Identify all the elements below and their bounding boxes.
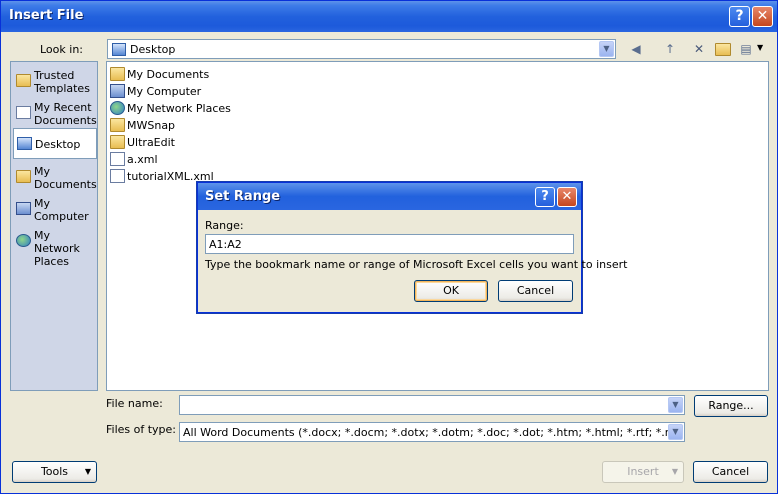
file-name-input[interactable]: ▼ xyxy=(179,395,685,415)
views-icon[interactable]: ▤ xyxy=(738,41,754,57)
range-input[interactable]: A1:A2 xyxy=(205,234,574,254)
chevron-down-icon: ▼ xyxy=(671,467,678,476)
tools-label: Tools xyxy=(40,465,69,478)
insert-label: Insert xyxy=(627,465,659,478)
place-label: Trusted xyxy=(34,69,75,82)
folder-icon xyxy=(16,74,31,87)
file-name: My Network Places xyxy=(127,102,231,115)
chevron-down-icon[interactable]: ▼ xyxy=(668,424,683,440)
files-of-type-select[interactable]: All Word Documents (*.docx; *.docm; *.do… xyxy=(179,422,685,442)
places-bar: Trusted Templates My Recent Documents Desk… xyxy=(10,61,98,391)
place-label: Places xyxy=(34,255,69,268)
set-range-dialog: Set Range ? ✕ Range: A1:A2 Type the book… xyxy=(197,182,627,313)
window-title: Insert File xyxy=(9,8,84,23)
look-in-combo[interactable]: Desktop ▼ xyxy=(107,39,616,59)
set-range-cancel-button[interactable]: Cancel xyxy=(498,280,573,302)
set-range-help-button[interactable]: ? xyxy=(535,187,555,207)
insert-file-dialog: Insert File ? ✕ Look in: Desktop ▼ ◀ ↑ ✕… xyxy=(0,0,778,494)
set-range-title-bar[interactable]: Set Range ? ✕ xyxy=(198,183,581,210)
place-label: My Recent xyxy=(34,101,92,114)
place-my-computer[interactable]: My Computer xyxy=(13,194,97,225)
file-name: My Computer xyxy=(127,85,202,98)
folder-icon xyxy=(110,135,125,149)
place-label: Computer xyxy=(34,210,89,223)
place-label: My xyxy=(34,165,51,178)
ok-button[interactable]: OK xyxy=(414,280,488,302)
place-trusted-templates[interactable]: Trusted Templates xyxy=(13,66,97,97)
my-documents-icon xyxy=(16,170,31,183)
file-name: My Documents xyxy=(127,68,210,81)
computer-icon xyxy=(110,84,125,98)
new-folder-icon[interactable] xyxy=(715,43,731,56)
title-bar[interactable]: Insert File ? ✕ xyxy=(1,1,777,32)
insert-button[interactable]: Insert ▼ xyxy=(602,461,684,483)
place-desktop[interactable]: Desktop xyxy=(13,128,97,159)
files-of-type-value: All Word Documents (*.docx; *.docm; *.do… xyxy=(183,426,668,439)
file-name: UltraEdit xyxy=(127,136,175,149)
range-hint: Type the bookmark name or range of Micro… xyxy=(205,258,628,271)
place-my-network-places[interactable]: My Network Places xyxy=(13,226,97,268)
file-name-label: File name: xyxy=(106,397,163,410)
network-icon xyxy=(16,234,31,247)
range-label: Range: xyxy=(205,219,244,232)
place-my-recent-documents[interactable]: My Recent Documents xyxy=(13,98,97,129)
file-name: a.xml xyxy=(127,153,158,166)
close-button[interactable]: ✕ xyxy=(752,6,773,27)
files-of-type-label: Files of type: xyxy=(106,423,177,436)
help-button[interactable]: ? xyxy=(729,6,750,27)
chevron-down-icon[interactable]: ▼ xyxy=(599,41,614,57)
xml-file-icon xyxy=(110,169,125,183)
place-my-documents[interactable]: My Documents xyxy=(13,162,97,193)
range-button[interactable]: Range... xyxy=(694,395,768,417)
desktop-icon xyxy=(112,43,126,56)
network-icon xyxy=(110,101,125,115)
look-in-label: Look in: xyxy=(40,43,83,56)
tools-button[interactable]: Tools ▼ xyxy=(12,461,97,483)
desktop-icon xyxy=(17,137,32,150)
up-folder-icon[interactable]: ↑ xyxy=(662,41,678,57)
chevron-down-icon: ▼ xyxy=(84,467,91,476)
place-label: My xyxy=(34,197,51,210)
views-dropdown-icon[interactable]: ▼ xyxy=(757,43,763,52)
place-label: Templates xyxy=(34,82,90,95)
file-name: MWSnap xyxy=(127,119,176,132)
my-documents-icon xyxy=(110,67,125,81)
look-in-value: Desktop xyxy=(130,43,176,56)
folder-icon xyxy=(110,118,125,132)
xml-file-icon xyxy=(110,152,125,166)
computer-icon xyxy=(16,202,31,215)
place-label: Desktop xyxy=(35,138,81,151)
recent-documents-icon xyxy=(16,106,31,119)
set-range-title: Set Range xyxy=(205,189,281,204)
chevron-down-icon[interactable]: ▼ xyxy=(668,397,683,413)
back-icon[interactable]: ◀ xyxy=(628,41,644,57)
place-label: Documents xyxy=(34,178,97,191)
set-range-close-button[interactable]: ✕ xyxy=(557,187,577,207)
delete-icon[interactable]: ✕ xyxy=(691,41,707,57)
cancel-button[interactable]: Cancel xyxy=(693,461,768,483)
place-label: My Network xyxy=(34,229,80,255)
place-label: Documents xyxy=(34,114,97,127)
